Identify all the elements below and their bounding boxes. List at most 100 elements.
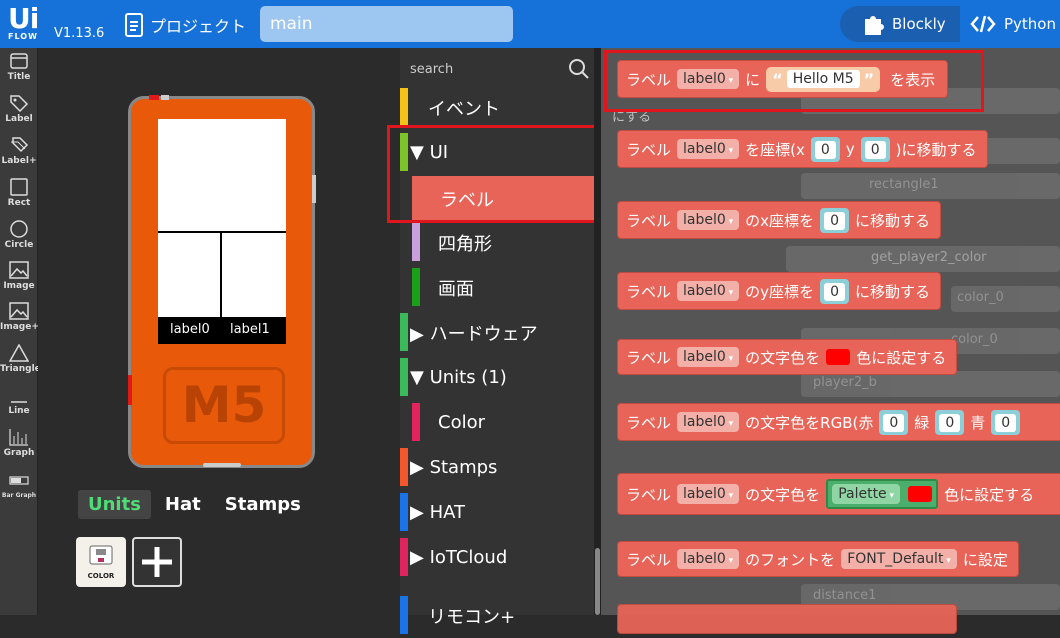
device-screen[interactable]: label0 label1 bbox=[158, 119, 286, 344]
block-label-move[interactable]: ラベル label0 を座標(x 0 y 0 )に移動する bbox=[617, 130, 988, 168]
palette-color-swatch[interactable] bbox=[908, 486, 933, 502]
block-label-x[interactable]: ラベル label0 のx座標を 0 に移動する bbox=[617, 201, 941, 239]
category-iotcloud[interactable]: ▶ IoTCloud bbox=[400, 535, 595, 580]
number-block[interactable]: 0 bbox=[820, 278, 849, 304]
category-stamps[interactable]: ▶ Stamps bbox=[400, 445, 595, 490]
category-screen[interactable]: 画面 bbox=[400, 265, 595, 310]
tool-bargraph[interactable]: Bar Graph bbox=[0, 472, 38, 499]
screen-rect-top[interactable] bbox=[158, 119, 286, 231]
number-value[interactable]: 0 bbox=[824, 211, 845, 230]
category-scrollbar[interactable] bbox=[594, 48, 601, 615]
tool-labelplus-label: Label+ bbox=[1, 156, 37, 166]
block-text: に移動する bbox=[854, 282, 930, 301]
category-hat[interactable]: ▶ HAT bbox=[400, 490, 595, 535]
tool-imageplus[interactable]: Image+ bbox=[0, 302, 39, 332]
line-icon bbox=[11, 401, 27, 403]
add-unit-button[interactable] bbox=[132, 537, 182, 587]
block-text: 色に設定する bbox=[944, 485, 1035, 504]
block-text: の文字色を bbox=[745, 485, 821, 504]
number-value[interactable]: 0 bbox=[824, 282, 845, 301]
side-button bbox=[312, 175, 316, 203]
number-block[interactable]: 0 bbox=[991, 409, 1021, 435]
block-text: ラベル bbox=[626, 140, 672, 159]
tool-rect-label: Rect bbox=[7, 198, 31, 208]
tab-stamps[interactable]: Stamps bbox=[215, 490, 311, 519]
scrollbar-thumb[interactable] bbox=[595, 548, 600, 615]
category-units[interactable]: ▼ Units (1) bbox=[400, 355, 595, 400]
number-value[interactable]: 0 bbox=[864, 140, 886, 159]
tool-image[interactable]: Image bbox=[0, 261, 38, 291]
label-dropdown[interactable]: label0 bbox=[677, 281, 740, 301]
tab-units[interactable]: Units bbox=[78, 490, 151, 519]
block-label-rgb[interactable]: ラベル label0 の文字色をRGB(赤 0 緑 0 青 0 bbox=[617, 403, 1060, 441]
screen-label1[interactable]: label1 bbox=[230, 322, 270, 337]
category-label: 画面 bbox=[438, 278, 474, 300]
number-block[interactable]: 0 bbox=[810, 136, 840, 162]
font-dropdown[interactable]: FONT_Default bbox=[841, 549, 957, 569]
screen-label0[interactable]: label0 bbox=[170, 322, 210, 337]
tool-line-label: Line bbox=[8, 406, 30, 416]
number-value[interactable]: 0 bbox=[995, 413, 1017, 432]
screen-rect-right[interactable] bbox=[222, 233, 286, 317]
label-dropdown[interactable]: label0 bbox=[677, 210, 740, 230]
category-event[interactable]: イベント bbox=[400, 85, 595, 130]
block-label-font[interactable]: ラベル label0 のフォントを FONT_Default に設定 bbox=[617, 541, 1019, 577]
triangle-icon bbox=[9, 344, 29, 362]
category-label: ▶ HAT bbox=[410, 502, 466, 523]
number-value[interactable]: 0 bbox=[939, 413, 961, 432]
number-value[interactable]: 0 bbox=[814, 140, 836, 159]
block-text: ラベル bbox=[626, 413, 672, 432]
tool-title[interactable]: Title bbox=[0, 52, 38, 82]
highlight-ui-category bbox=[387, 125, 599, 223]
category-rect[interactable]: 四角形 bbox=[400, 220, 595, 265]
side-led bbox=[128, 375, 132, 405]
tool-labelplus[interactable]: Label+ bbox=[0, 136, 38, 166]
block-label-y[interactable]: ラベル label0 のy座標を 0 に移動する bbox=[617, 272, 941, 310]
search-input[interactable]: search bbox=[410, 62, 453, 77]
category-color-bar bbox=[400, 538, 408, 576]
tool-rect[interactable]: Rect bbox=[0, 178, 38, 208]
label-dropdown[interactable]: label0 bbox=[677, 139, 740, 159]
category-label: ▶ IoTCloud bbox=[410, 547, 508, 568]
category-color-bar bbox=[412, 403, 420, 441]
tool-graph[interactable]: Graph bbox=[0, 428, 38, 458]
bargraph-icon bbox=[9, 476, 29, 485]
category-hardware[interactable]: ▶ ハードウェア bbox=[400, 310, 595, 355]
image-icon bbox=[9, 261, 29, 279]
tool-label[interactable]: Label bbox=[0, 94, 38, 124]
category-color[interactable]: Color bbox=[400, 400, 595, 445]
number-block[interactable]: 0 bbox=[860, 136, 890, 162]
palette-block[interactable]: Palette bbox=[826, 479, 939, 509]
label-dropdown[interactable]: label0 bbox=[677, 549, 740, 569]
label-dropdown[interactable]: label0 bbox=[677, 484, 740, 504]
number-value[interactable]: 0 bbox=[883, 413, 905, 432]
category-remote[interactable]: リモコン+ bbox=[400, 593, 595, 638]
block-label-palette[interactable]: ラベル label0 の文字色を Palette 色に設定する bbox=[617, 473, 1060, 515]
project-menu[interactable]: プロジェクト bbox=[124, 12, 246, 38]
blockly-workspace[interactable]: にする rectangle1 get_player2_color color_0… bbox=[601, 48, 1060, 634]
block-text: の文字色をRGB(赤 bbox=[745, 413, 874, 432]
block-partial[interactable] bbox=[617, 604, 957, 634]
tool-line[interactable]: Line bbox=[0, 386, 38, 416]
python-mode-button[interactable]: Python bbox=[960, 6, 1060, 42]
project-name-input[interactable] bbox=[260, 6, 513, 42]
category-label: 四角形 bbox=[438, 233, 492, 255]
device-port bbox=[161, 95, 169, 100]
screen-rect-left[interactable] bbox=[158, 233, 220, 317]
search-icon[interactable] bbox=[568, 58, 590, 80]
number-block[interactable]: 0 bbox=[935, 409, 965, 435]
number-block[interactable]: 0 bbox=[879, 409, 909, 435]
tool-circle[interactable]: Circle bbox=[0, 220, 38, 250]
block-label-color[interactable]: ラベル label0 の文字色を 色に設定する bbox=[617, 339, 958, 375]
tool-triangle[interactable]: Triangle bbox=[0, 344, 41, 374]
label-dropdown[interactable]: label0 bbox=[677, 412, 740, 432]
power-led bbox=[149, 95, 159, 100]
unit-color-card[interactable]: COLOR bbox=[76, 537, 126, 587]
number-block[interactable]: 0 bbox=[820, 207, 849, 233]
tab-hat[interactable]: Hat bbox=[155, 490, 211, 519]
palette-dropdown[interactable]: Palette bbox=[832, 484, 901, 504]
color-swatch[interactable] bbox=[826, 349, 851, 365]
tool-bargraph-label: Bar Graph bbox=[1, 492, 37, 499]
label-dropdown[interactable]: label0 bbox=[677, 347, 740, 367]
blockly-mode-button[interactable]: Blockly bbox=[840, 6, 960, 42]
